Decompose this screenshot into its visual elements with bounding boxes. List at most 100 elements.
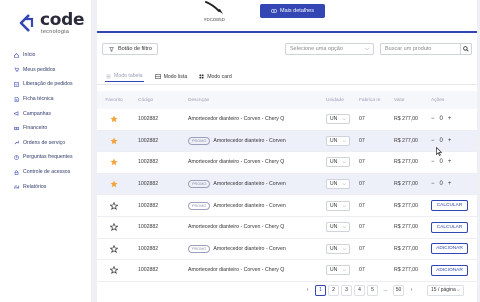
lock-icon: [14, 169, 19, 175]
pagination: ‹ 1 2 3 4 5... 50 › 15 / página ⌵: [302, 284, 464, 296]
minus-icon[interactable]: −: [431, 181, 435, 187]
tab-view-mode-1[interactable]: Modo tabela: [105, 71, 144, 82]
promo-badge: PROMO: [188, 201, 211, 210]
favorite-toggle[interactable]: [97, 201, 131, 210]
product-search-input[interactable]: Buscar um produto: [380, 43, 460, 55]
unit-cell: UN ⌵: [321, 222, 355, 233]
sidebar-item-ficha-tecnica[interactable]: Ficha técnica: [0, 92, 91, 107]
sidebar-item-perguntas-frequentes[interactable]: Perguntas frequentes: [0, 150, 91, 165]
unit-value: UN: [330, 202, 338, 209]
minus-icon[interactable]: −: [431, 116, 435, 122]
page-button[interactable]: 2: [328, 284, 339, 296]
unit-select[interactable]: UN ⌵: [326, 135, 350, 146]
favorite-toggle[interactable]: [97, 158, 131, 166]
page-button[interactable]: 3: [341, 284, 352, 296]
sidebar-item-controle-de-acessos[interactable]: Controle de acessos: [0, 165, 91, 180]
favorite-toggle[interactable]: [97, 266, 131, 275]
sidebar-item-meus-pedidos[interactable]: Meus pedidos: [0, 63, 91, 78]
logo-mark-icon: [19, 14, 34, 32]
cart-icon: [14, 67, 19, 73]
plus-icon[interactable]: +: [448, 181, 452, 187]
table-body: 1002882 Amortecedor dianteiro - Corven - …: [97, 109, 477, 282]
search-button[interactable]: [460, 43, 472, 55]
megaphone-icon: [14, 111, 19, 116]
chevron-down-icon: ⌵: [342, 202, 346, 208]
sidebar-item-liberacao-de-pedidos[interactable]: Liberação de pedidos: [0, 77, 91, 92]
product-description-cell: Amortecedor dianteiro - Corven - Chery Q: [183, 159, 321, 165]
page-button[interactable]: 5: [367, 284, 378, 296]
row-action-button[interactable]: CALCULAR: [431, 200, 468, 212]
option-select[interactable]: Selecione uma opção ⌵: [285, 43, 374, 55]
chevron-down-icon: ⌵: [342, 159, 346, 165]
favorite-toggle[interactable]: [97, 115, 131, 123]
page-button[interactable]: 1: [315, 284, 326, 296]
actions-cell: CALCULAR: [427, 221, 477, 233]
prev-page-button[interactable]: ‹: [302, 284, 313, 296]
product-description: Amortecedor dianteiro - Corven - Chery Q: [188, 116, 285, 123]
unit-select[interactable]: UN ⌵: [326, 157, 350, 168]
favorite-toggle[interactable]: [97, 137, 131, 145]
favorite-toggle[interactable]: [97, 244, 131, 253]
product-description: Amortecedor dianteiro - Corven - Chery Q: [188, 159, 285, 166]
sidebar-item-campanhas[interactable]: Campanhas: [0, 106, 91, 121]
option-select-placeholder: Selecione uma opção: [290, 46, 343, 52]
minus-icon[interactable]: −: [431, 138, 435, 144]
actions-cell: −0 +: [427, 116, 477, 122]
sidebar-item-financeiro[interactable]: Financeiro: [0, 121, 91, 136]
favorite-toggle[interactable]: [97, 223, 131, 232]
product-code: 1002882: [138, 116, 159, 123]
quantity-value[interactable]: 0: [440, 116, 443, 122]
wrench-icon: [14, 140, 19, 145]
filter-button[interactable]: Botão de filtro: [102, 43, 158, 55]
per-page-select[interactable]: 15 / página ⌵: [427, 284, 464, 296]
unit-select[interactable]: UN ⌵: [326, 222, 350, 233]
unit-select[interactable]: UN ⌵: [326, 265, 350, 276]
table-row: 1002882 PROMO Amortecedor dianteiro - Corv…: [97, 173, 477, 196]
next-page-button[interactable]: ›: [406, 284, 417, 296]
unit-select[interactable]: UN ⌵: [326, 114, 350, 125]
quantity-value[interactable]: 0: [440, 181, 443, 187]
promo-badge: PROMO: [188, 180, 211, 189]
mouse-cursor-icon: [436, 147, 442, 156]
quantity-value[interactable]: 0: [440, 159, 443, 165]
unit-select[interactable]: UN ⌵: [326, 243, 350, 254]
product-code: 1002882: [138, 202, 159, 209]
document-icon: [14, 96, 19, 102]
unit-select[interactable]: UN ⌵: [326, 179, 350, 190]
quantity-value[interactable]: 0: [440, 138, 443, 144]
page-button[interactable]: 4: [354, 284, 365, 296]
actions-cell: CALCULAR: [427, 200, 477, 212]
row-action-button[interactable]: ADICIONAR: [431, 264, 468, 276]
product-thumbnail: [205, 1, 223, 14]
more-details-button[interactable]: Mais detalhes: [260, 4, 325, 18]
row-action-button[interactable]: ADICIONAR: [431, 243, 468, 255]
sidebar-item-relatorios[interactable]: Relatórios: [0, 179, 91, 194]
sidebar-item-inicio[interactable]: Início: [0, 48, 91, 63]
sidebar-item-ordens-de-servico[interactable]: Ordens de serviço: [0, 136, 91, 151]
plus-icon[interactable]: +: [448, 138, 452, 144]
product-description: Amortecedor dianteiro - Corven: [213, 202, 286, 209]
unit-select[interactable]: UN ⌵: [326, 200, 350, 211]
table-row: 1002882 PROMO Amortecedor dianteiro - Corv…: [97, 239, 477, 261]
plus-icon[interactable]: +: [448, 159, 452, 165]
actions-cell: −0 +: [427, 159, 477, 165]
tab-view-mode-3[interactable]: Modo card: [198, 71, 233, 82]
header-divider: [97, 31, 477, 33]
tab-view-mode-2[interactable]: Modo lista: [154, 71, 189, 82]
product-description-cell: Amortecedor dianteiro - Corven - Chery Q: [183, 224, 321, 230]
page-button[interactable]: 50: [393, 284, 404, 296]
funnel-icon: [109, 46, 114, 52]
price: R$ 277,00: [394, 267, 418, 274]
minus-icon[interactable]: −: [431, 159, 435, 165]
unit-value: UN: [330, 267, 338, 274]
unit-value: UN: [330, 245, 338, 252]
row-action-button[interactable]: CALCULAR: [431, 221, 468, 233]
favorite-toggle[interactable]: [97, 180, 131, 188]
product-code: 1002882: [138, 267, 159, 274]
star-filled-icon: [110, 115, 118, 123]
plus-icon[interactable]: +: [448, 116, 452, 122]
brand-logo[interactable]: code tecnologia: [16, 10, 86, 36]
product-description-cell: PROMO Amortecedor dianteiro - Corven: [183, 201, 321, 210]
sidebar-item-label: Ficha técnica: [23, 96, 54, 103]
product-description: Amortecedor dianteiro - Corven: [213, 245, 286, 252]
